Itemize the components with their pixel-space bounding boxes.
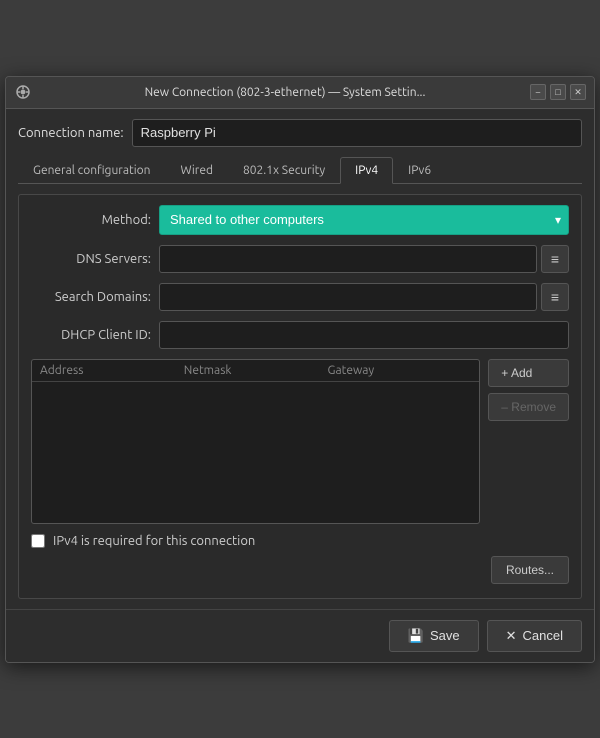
- address-actions: + Add – Remove: [488, 359, 569, 524]
- connection-name-input[interactable]: [132, 119, 582, 147]
- cancel-button[interactable]: ✕ Cancel: [487, 620, 582, 652]
- save-icon: 💾: [408, 628, 424, 644]
- app-icon: [14, 83, 32, 101]
- search-domains-label: Search Domains:: [31, 290, 151, 304]
- main-window: New Connection (802-3-ethernet) — System…: [5, 76, 595, 663]
- ipv4-required-row: IPv4 is required for this connection: [31, 534, 569, 548]
- dhcp-client-id-row: DHCP Client ID:: [31, 321, 569, 349]
- save-label: Save: [430, 628, 460, 643]
- window-controls: – □ ✕: [530, 84, 586, 100]
- search-domains-menu-button[interactable]: ≡: [541, 283, 569, 311]
- add-address-button[interactable]: + Add: [488, 359, 569, 387]
- method-select[interactable]: Shared to other computers Automatic (DHC…: [159, 205, 569, 235]
- dialog-footer: 💾 Save ✕ Cancel: [6, 609, 594, 662]
- ipv4-required-label: IPv4 is required for this connection: [53, 534, 255, 548]
- search-domains-input[interactable]: [159, 283, 537, 311]
- tab-wired[interactable]: Wired: [166, 157, 228, 183]
- address-table: Address Netmask Gateway: [31, 359, 480, 524]
- close-button[interactable]: ✕: [570, 84, 586, 100]
- dhcp-client-id-input[interactable]: [159, 321, 569, 349]
- address-table-header: Address Netmask Gateway: [32, 360, 479, 382]
- address-column-header: Address: [40, 364, 184, 377]
- dns-servers-input-group: ≡: [159, 245, 569, 273]
- gateway-column-header: Gateway: [328, 364, 472, 377]
- ipv4-required-checkbox[interactable]: [31, 534, 45, 548]
- tab-ipv4[interactable]: IPv4: [340, 157, 393, 184]
- tab-general[interactable]: General configuration: [18, 157, 166, 183]
- netmask-column-header: Netmask: [184, 364, 328, 377]
- save-button[interactable]: 💾 Save: [389, 620, 479, 652]
- ipv4-form: Method: Shared to other computers Automa…: [18, 194, 582, 599]
- maximize-button[interactable]: □: [550, 84, 566, 100]
- method-row: Method: Shared to other computers Automa…: [31, 205, 569, 235]
- dns-servers-row: DNS Servers: ≡: [31, 245, 569, 273]
- tabs-bar: General configuration Wired 802.1x Secur…: [18, 157, 582, 184]
- connection-name-row: Connection name:: [18, 119, 582, 147]
- address-section: Address Netmask Gateway + Add – Remove: [31, 359, 569, 524]
- tab-8021x[interactable]: 802.1x Security: [228, 157, 340, 183]
- content-area: Connection name: General configuration W…: [6, 109, 594, 609]
- remove-address-button[interactable]: – Remove: [488, 393, 569, 421]
- window-title: New Connection (802-3-ethernet) — System…: [40, 86, 530, 99]
- dns-servers-menu-button[interactable]: ≡: [541, 245, 569, 273]
- cancel-label: Cancel: [523, 628, 563, 643]
- dhcp-client-id-label: DHCP Client ID:: [31, 328, 151, 342]
- titlebar: New Connection (802-3-ethernet) — System…: [6, 77, 594, 109]
- tab-ipv6[interactable]: IPv6: [393, 157, 446, 183]
- connection-name-label: Connection name:: [18, 126, 124, 140]
- minimize-button[interactable]: –: [530, 84, 546, 100]
- bottom-area: Routes...: [31, 556, 569, 588]
- address-table-body: [32, 382, 479, 512]
- dns-servers-label: DNS Servers:: [31, 252, 151, 266]
- method-label: Method:: [31, 213, 151, 227]
- search-domains-input-group: ≡: [159, 283, 569, 311]
- cancel-icon: ✕: [506, 628, 517, 644]
- method-select-wrapper: Shared to other computers Automatic (DHC…: [159, 205, 569, 235]
- routes-button[interactable]: Routes...: [491, 556, 569, 584]
- search-domains-row: Search Domains: ≡: [31, 283, 569, 311]
- dns-servers-input[interactable]: [159, 245, 537, 273]
